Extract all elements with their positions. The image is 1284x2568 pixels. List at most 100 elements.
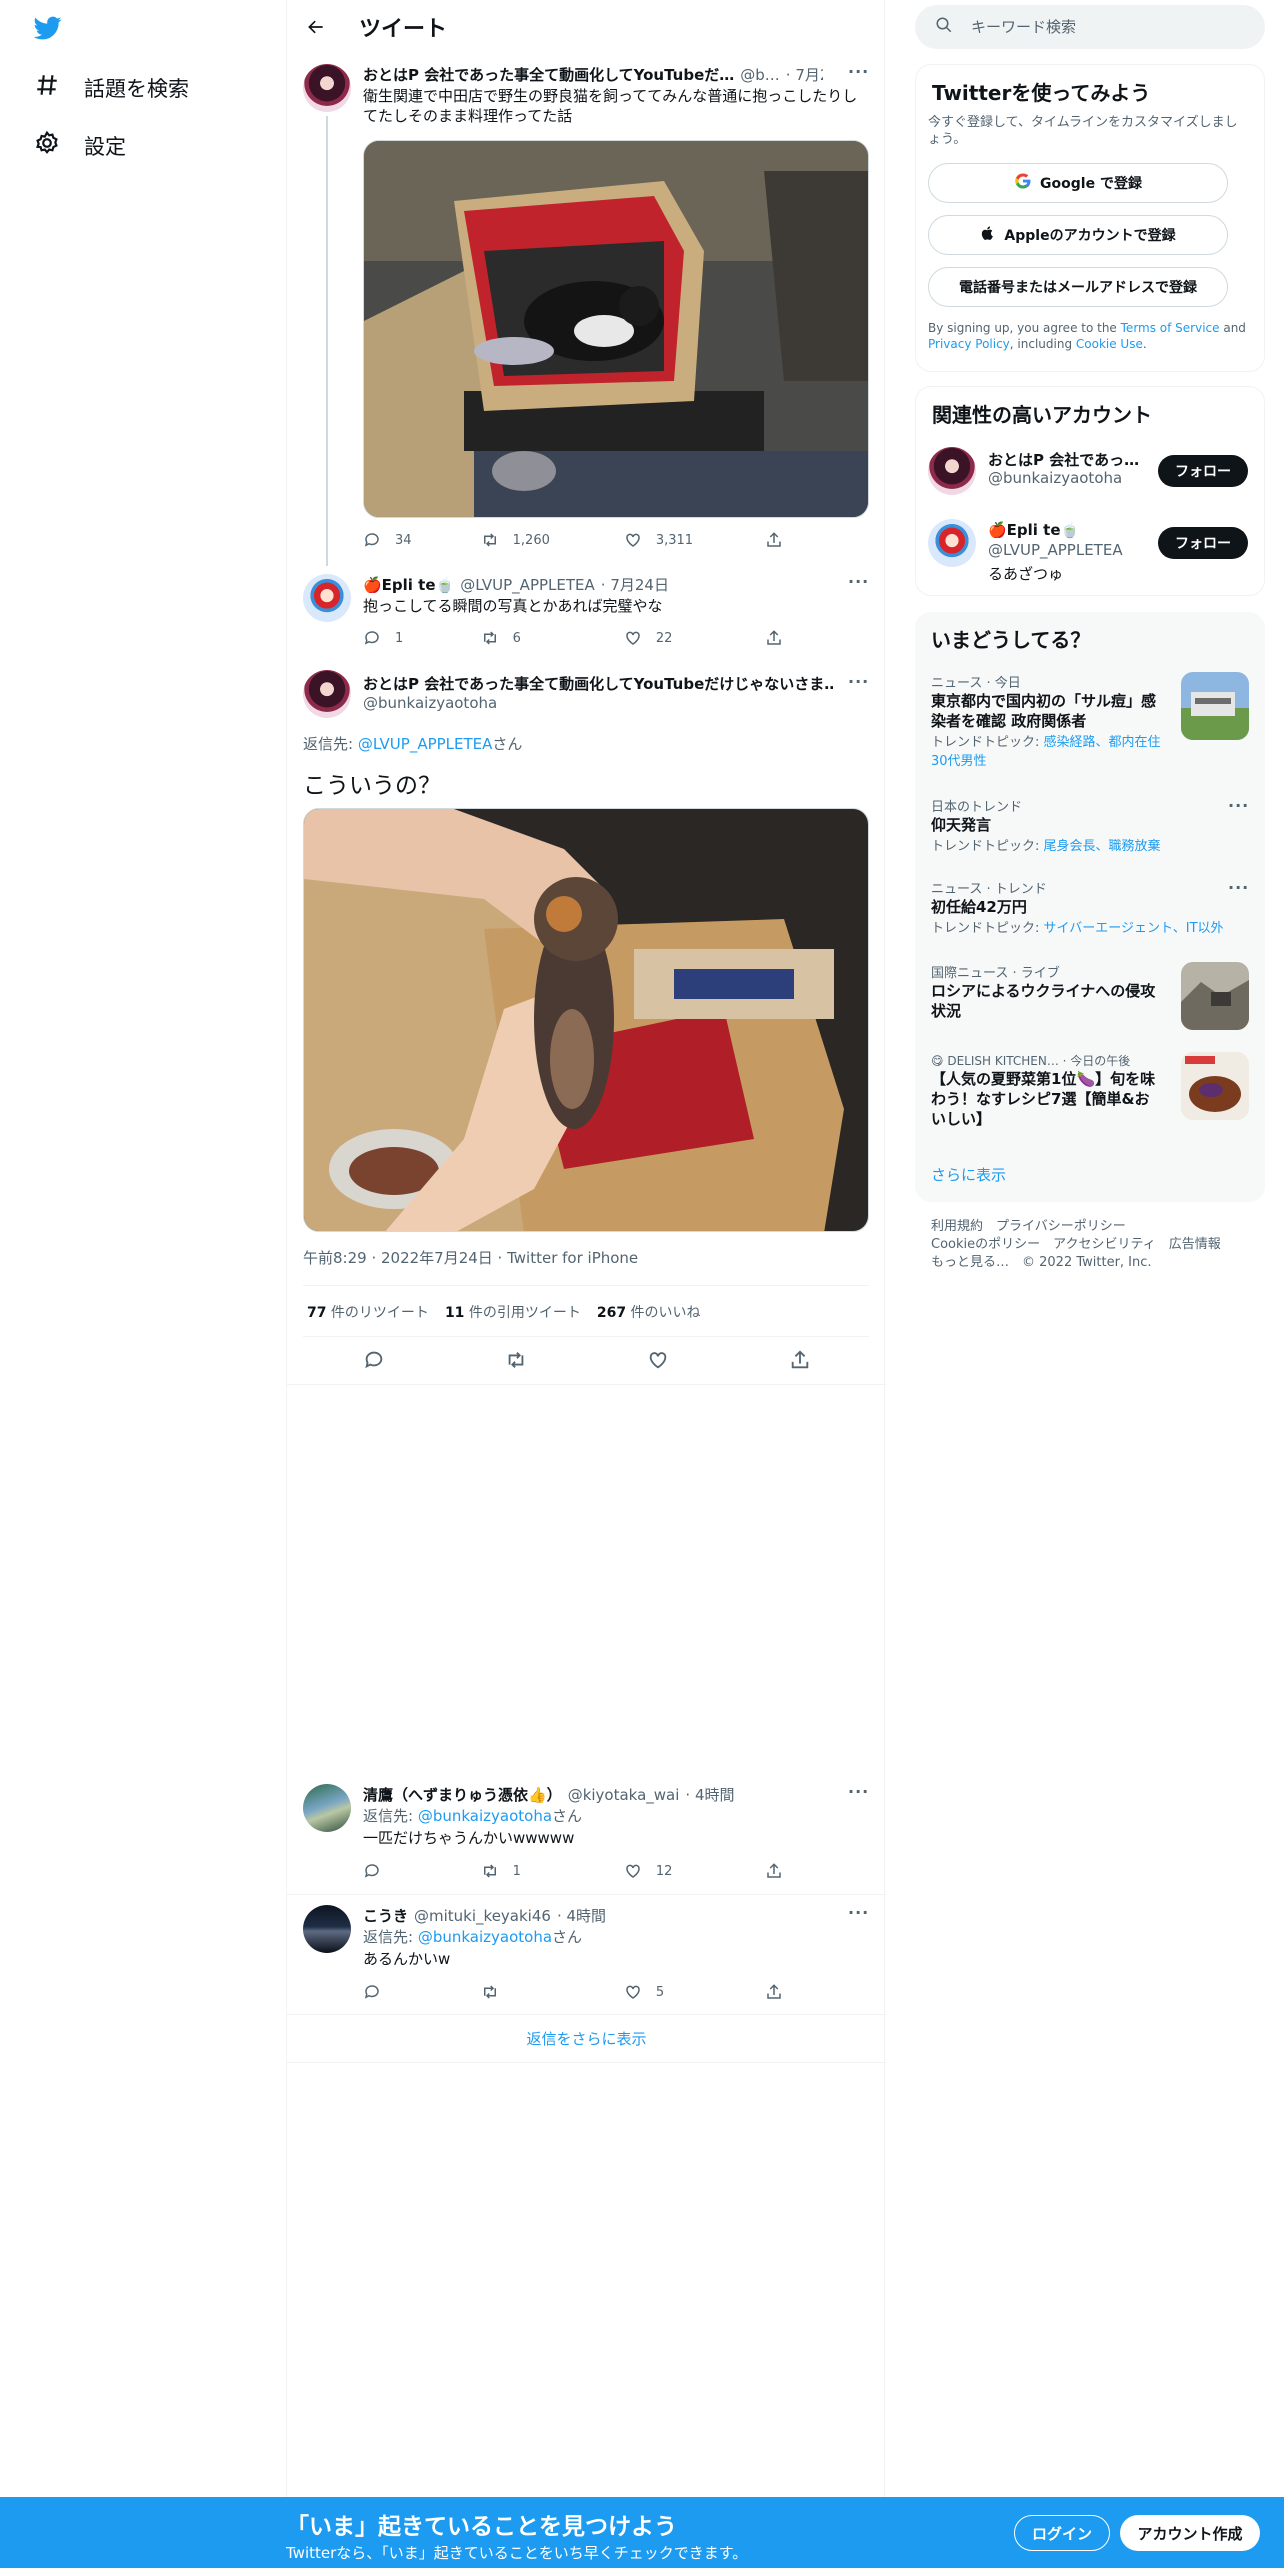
back-arrow-icon[interactable] xyxy=(303,14,329,40)
reply-button[interactable] xyxy=(363,1862,481,1880)
login-button[interactable]: ログイン xyxy=(1014,2515,1110,2551)
tweet-timestamp[interactable]: 午前8:29 · 2022年7月24日 · Twitter for iPhone xyxy=(303,1248,638,1268)
trend-topic-link[interactable]: サイバーエージェント、IT以外 xyxy=(1044,921,1224,936)
terms-of-service-link[interactable]: Terms of Service xyxy=(1121,321,1220,335)
reply-to-link[interactable]: @bunkaizyaotoha xyxy=(418,1928,552,1946)
retweet-stat[interactable]: 77 件のリツイート xyxy=(307,1302,429,1322)
tweet-time[interactable]: · 4時間 xyxy=(685,1784,734,1805)
tweet-time[interactable]: · 7月24日 xyxy=(601,574,669,595)
follow-button[interactable]: フォロー xyxy=(1158,455,1248,487)
search-input[interactable] xyxy=(971,18,1231,36)
account-name[interactable]: 🍎Epli te🍵 xyxy=(988,521,1148,539)
google-signup-button[interactable]: Google で登録 xyxy=(928,163,1228,203)
footer-line[interactable]: Cookieのポリシー アクセシビリティ 広告情報 xyxy=(931,1236,1221,1254)
apple-signup-button[interactable]: Appleのアカウントで登録 xyxy=(928,215,1228,255)
author-handle[interactable]: @b… xyxy=(740,66,780,84)
avatar[interactable] xyxy=(303,670,351,718)
author-name[interactable]: 🍎Epli te🍵 xyxy=(363,576,454,594)
account-handle[interactable]: @LVUP_APPLETEA xyxy=(988,541,1123,559)
banner-headline: 「いま」起きていることを見つけよう xyxy=(286,2514,677,2540)
footer-line[interactable]: 利用規約 プライバシーポリシー xyxy=(931,1218,1221,1236)
like-stat[interactable]: 267 件のいいね xyxy=(597,1302,701,1322)
page-title: ツイート xyxy=(359,17,448,42)
divider xyxy=(287,2062,886,2063)
tweet-time[interactable]: · 7月24日 xyxy=(786,64,823,85)
trend-item[interactable]: 日本のトレンド 仰天発言 トレンドトピック: 尾身会長、職務放棄 xyxy=(931,796,1251,854)
more-icon[interactable]: ··· xyxy=(1228,796,1249,815)
more-icon[interactable]: ··· xyxy=(848,672,869,691)
trend-item[interactable]: 😋 DELISH KITCHEN… · 今日の午後 【人気の夏野菜第1位🍆】旬を… xyxy=(931,1052,1161,1129)
create-account-button[interactable]: アカウント作成 xyxy=(1120,2515,1260,2551)
like-button[interactable]: 5 xyxy=(624,1983,765,2001)
reply-to-link[interactable]: @bunkaizyaotoha xyxy=(418,1807,552,1825)
author-handle[interactable]: @LVUP_APPLETEA xyxy=(460,576,595,594)
nav-settings[interactable]: 設定 xyxy=(34,130,126,161)
author-name[interactable]: こうき xyxy=(363,1905,408,1926)
tweet-photo-kitten-held[interactable] xyxy=(303,808,869,1232)
tweet-time[interactable]: · 4時間 xyxy=(557,1905,606,1926)
show-more-replies-link[interactable]: 返信をさらに表示 xyxy=(287,2029,886,2049)
retweet-button[interactable]: 6 xyxy=(481,629,624,647)
quote-stat-label: 件の引用ツイート xyxy=(464,1305,581,1321)
author-handle[interactable]: @mituki_keyaki46 xyxy=(414,1907,551,1925)
retweet-count: 1,260 xyxy=(512,532,550,548)
like-button[interactable]: 12 xyxy=(624,1862,765,1880)
share-button[interactable] xyxy=(765,1983,783,2001)
avatar[interactable] xyxy=(303,1905,351,1953)
author-name[interactable]: おとはP 会社であった事全て動画化してYouTubeだけじゃないさま… xyxy=(363,673,833,694)
search-box[interactable] xyxy=(915,5,1265,49)
trend-item[interactable]: ニュース · 今日 東京都内で国内初の「サル痘」感染者を確認 政府関係者 トレン… xyxy=(931,672,1161,769)
privacy-policy-link[interactable]: Privacy Policy xyxy=(928,337,1010,351)
nav-explore[interactable]: 話題を検索 xyxy=(34,72,189,103)
tweet-photo-cat-box[interactable] xyxy=(363,140,869,518)
avatar[interactable] xyxy=(303,574,351,622)
share-button[interactable] xyxy=(765,1862,783,1880)
like-button[interactable]: 3,311 xyxy=(624,531,765,549)
avatar[interactable] xyxy=(928,447,976,495)
more-icon[interactable]: ··· xyxy=(1228,878,1249,897)
trend-topic-link[interactable]: 尾身会長、職務放棄 xyxy=(1044,839,1161,854)
tweet-stats: 77 件のリツイート 11 件の引用ツイート 267 件のいいね xyxy=(307,1302,701,1322)
trend-item[interactable]: 国際ニュース · ライブ ロシアによるウクライナへの侵攻状況 xyxy=(931,962,1161,1021)
cookie-use-link[interactable]: Cookie Use xyxy=(1076,337,1143,351)
account-name[interactable]: おとはP 会社であっ… xyxy=(988,449,1148,470)
avatar[interactable] xyxy=(928,519,976,567)
reply-to-line: 返信先: @LVUP_APPLETEAさん xyxy=(303,734,863,754)
footer-links[interactable]: 利用規約 プライバシーポリシー Cookieのポリシー アクセシビリティ 広告情… xyxy=(931,1218,1221,1272)
retweet-button[interactable]: 1 xyxy=(481,1862,624,1880)
trend-context-text: DELISH KITCHEN… · 今日の午後 xyxy=(947,1054,1131,1068)
reply-button[interactable]: 1 xyxy=(363,629,481,647)
account-handle[interactable]: @bunkaizyaotoha xyxy=(988,469,1122,487)
trends-show-more-link[interactable]: さらに表示 xyxy=(931,1164,1006,1185)
reply-icon[interactable] xyxy=(363,1349,385,1375)
share-button[interactable] xyxy=(765,531,783,549)
more-icon[interactable]: ··· xyxy=(848,62,869,81)
retweet-button[interactable]: 1,260 xyxy=(481,531,624,549)
twitter-logo-icon[interactable] xyxy=(32,14,64,42)
share-icon[interactable] xyxy=(789,1349,811,1375)
author-handle[interactable]: @bunkaizyaotoha xyxy=(363,694,497,712)
avatar[interactable] xyxy=(303,1784,351,1832)
follow-button[interactable]: フォロー xyxy=(1158,527,1248,559)
reply-to-link[interactable]: @LVUP_APPLETEA xyxy=(358,735,493,753)
trend-item[interactable]: ニュース · トレンド 初任給42万円 トレンドトピック: サイバーエージェント… xyxy=(931,878,1251,936)
author-name[interactable]: おとはP 会社であった事全て動画化してYouTubeだ… xyxy=(363,64,734,85)
footer-line[interactable]: もっと見る… © 2022 Twitter, Inc. xyxy=(931,1254,1221,1272)
like-button[interactable]: 22 xyxy=(624,629,765,647)
author-handle[interactable]: @kiyotaka_wai xyxy=(568,1786,680,1804)
retweet-icon[interactable] xyxy=(505,1349,527,1375)
heart-icon[interactable] xyxy=(647,1349,669,1375)
retweet-button[interactable] xyxy=(481,1983,624,2001)
avatar[interactable] xyxy=(303,64,351,112)
reply-button[interactable]: 34 xyxy=(363,531,481,549)
quote-stat[interactable]: 11 件の引用ツイート xyxy=(445,1302,581,1322)
more-icon[interactable]: ··· xyxy=(848,1782,869,1801)
trend-context: ニュース · 今日 xyxy=(931,676,1021,691)
more-icon[interactable]: ··· xyxy=(848,1903,869,1922)
more-icon[interactable]: ··· xyxy=(848,572,869,591)
phone-email-signup-button[interactable]: 電話番号またはメールアドレスで登録 xyxy=(928,267,1228,307)
reply-count: 34 xyxy=(395,532,412,548)
share-button[interactable] xyxy=(765,629,783,647)
author-name[interactable]: 清鷹（へずまりゅう憑依👍） xyxy=(363,1784,562,1805)
reply-button[interactable] xyxy=(363,1983,481,2001)
